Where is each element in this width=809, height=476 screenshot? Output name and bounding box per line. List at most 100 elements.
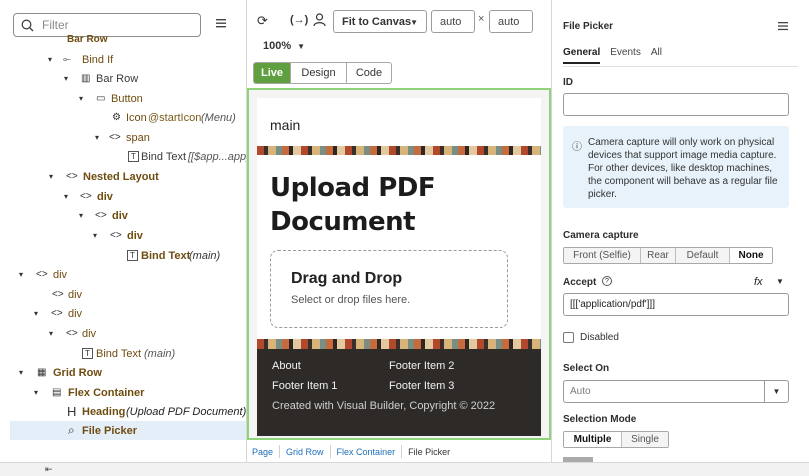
tree-row[interactable]: T Bind Text (main): [0, 344, 246, 363]
selection-mode-buttonset[interactable]: Multiple Single: [563, 431, 669, 448]
tree-row-label: Flex Container: [68, 386, 145, 399]
canvas-width-input[interactable]: auto: [431, 10, 475, 33]
fit-to-canvas-select[interactable]: Fit to Canvas ▼: [333, 10, 427, 33]
tree-row[interactable]: ▾ ▭ Button: [0, 89, 246, 108]
tree-row-label: div: [97, 190, 113, 203]
tree-row-label: Heading: [82, 405, 126, 418]
refresh-icon[interactable]: ⟳: [257, 13, 268, 29]
tree-row[interactable]: ▾ ▤ Flex Container: [0, 383, 246, 402]
tab-all[interactable]: All: [651, 47, 662, 64]
tree-row-label: Bind If: [82, 53, 114, 66]
breadcrumb-item[interactable]: Grid Row: [280, 445, 331, 458]
tree-row[interactable]: ▾ <> div: [0, 206, 246, 225]
info-message-text: Camera capture will only work on physica…: [588, 137, 778, 200]
caret-down-icon[interactable]: ▾: [76, 94, 86, 103]
tree-row[interactable]: ▾ ▦ Grid Row: [0, 363, 246, 382]
tree-row[interactable]: ▾ <> div: [0, 265, 246, 284]
tree-row[interactable]: ⚙ Icon @startIcon (Menu): [0, 108, 246, 127]
chevron-down-icon[interactable]: ▼: [776, 277, 784, 286]
properties-title: File Picker: [563, 21, 614, 32]
tree-row[interactable]: ▾ <> div: [0, 324, 246, 343]
hamburger-menu-icon[interactable]: [214, 16, 228, 30]
caret-down-icon[interactable]: ▾: [31, 388, 41, 397]
footer-link[interactable]: Footer Item 3: [389, 380, 454, 392]
tree-row[interactable]: ▾ ▥ Bar Row: [0, 69, 246, 88]
decorative-banner: [257, 339, 541, 349]
caret-down-icon[interactable]: ▾: [45, 55, 55, 64]
camera-default-button[interactable]: Default: [676, 248, 730, 263]
tab-events[interactable]: Events: [610, 47, 641, 64]
times-symbol: ×: [478, 13, 485, 25]
camera-front-button[interactable]: Front (Selfie): [564, 248, 641, 263]
breadcrumb-item[interactable]: File Picker: [402, 445, 456, 458]
tree-row[interactable]: <> div: [0, 285, 246, 304]
breadcrumb-item[interactable]: Page: [246, 445, 281, 458]
caret-down-icon[interactable]: ▾: [31, 309, 41, 318]
tree-row[interactable]: ▾ <> div: [0, 304, 246, 323]
select-on-select[interactable]: Auto ▼: [563, 380, 789, 403]
camera-none-button[interactable]: None: [730, 248, 772, 263]
live-preview-frame[interactable]: main Upload PDF Document Drag and Drop S…: [247, 88, 551, 440]
accept-input[interactable]: [[['application/pdf']]]: [563, 293, 789, 316]
caret-down-icon[interactable]: ▾: [46, 329, 56, 338]
chevron-down-icon[interactable]: ▼: [764, 381, 788, 402]
caret-down-icon[interactable]: ▾: [46, 172, 56, 181]
caret-down-icon[interactable]: ▾: [16, 368, 26, 377]
bind-text-icon: T: [82, 348, 93, 359]
breadcrumb-item[interactable]: Flex Container: [331, 445, 403, 458]
bind-text-icon: T: [128, 151, 139, 162]
disabled-checkbox[interactable]: [563, 332, 574, 343]
camera-capture-buttonset[interactable]: Front (Selfie) Rear Default None: [563, 247, 773, 264]
tree-row[interactable]: T Bind Text [[$app...app_t: [0, 147, 246, 166]
breadcrumb: Page Grid Row Flex Container File Picker: [246, 443, 552, 460]
tree-row[interactable]: ▾ <> span: [0, 128, 246, 147]
canvas-height-input[interactable]: auto: [489, 10, 533, 33]
footer-link[interactable]: About: [272, 360, 301, 372]
resize-handle-icon[interactable]: ⇤: [45, 464, 53, 475]
element-icon: <>: [66, 171, 78, 182]
expression-editor-icon[interactable]: fx: [754, 276, 763, 288]
footer-link[interactable]: Footer Item 1: [272, 380, 337, 392]
bar-row-icon: ▥: [81, 73, 91, 84]
selection-single-button[interactable]: Single: [622, 432, 668, 447]
hamburger-menu-icon[interactable]: [777, 20, 789, 32]
selection-multiple-button[interactable]: Multiple: [564, 432, 622, 447]
tabs-divider: [563, 66, 798, 67]
mode-code-button[interactable]: Code: [347, 63, 391, 83]
tree-row[interactable]: Bar Row: [0, 32, 246, 51]
heading-icon: H: [67, 404, 77, 419]
help-icon[interactable]: ?: [602, 276, 612, 286]
bind-variable-icon[interactable]: (→): [290, 14, 308, 26]
tree-row-label: Grid Row: [53, 366, 102, 379]
tree-row-extra: (main): [144, 347, 176, 360]
tree-row[interactable]: ▾ <> div: [0, 226, 246, 245]
tree-row[interactable]: ▾ ⟜ Bind If: [0, 50, 246, 69]
caret-down-icon[interactable]: ▾: [61, 74, 71, 83]
caret-down-icon[interactable]: ▾: [61, 192, 71, 201]
caret-down-icon[interactable]: ▾: [76, 211, 86, 220]
file-drop-zone[interactable]: Drag and Drop Select or drop files here.: [270, 250, 508, 328]
mode-design-button[interactable]: Design: [291, 63, 347, 83]
selection-mode-label: Selection Mode: [563, 414, 637, 425]
camera-rear-button[interactable]: Rear: [641, 248, 676, 263]
element-icon: <>: [80, 191, 92, 202]
tab-general[interactable]: General: [563, 47, 601, 64]
footer-link[interactable]: Footer Item 2: [389, 360, 454, 372]
user-icon[interactable]: [313, 13, 326, 27]
id-input[interactable]: [563, 93, 789, 116]
page-footer: About Footer Item 2 Footer Item 1 Footer…: [257, 349, 541, 436]
info-message: ⓘ Camera capture will only work on physi…: [563, 126, 789, 208]
caret-down-icon[interactable]: ▾: [92, 133, 102, 142]
upload-heading: Upload PDF Document: [270, 173, 436, 237]
mode-switcher[interactable]: Live Design Code: [253, 62, 392, 84]
tree-row[interactable]: ▾ <> Nested Layout: [0, 167, 246, 186]
zoom-select[interactable]: 100% ▼: [263, 40, 305, 52]
mode-live-button[interactable]: Live: [254, 63, 291, 83]
camera-capture-label: Camera capture: [563, 230, 639, 241]
tree-row[interactable]: H Heading (Upload PDF Document): [0, 402, 246, 421]
caret-down-icon[interactable]: ▾: [16, 270, 26, 279]
tree-row[interactable]: ▾ <> div: [0, 187, 246, 206]
tree-row-selected[interactable]: ⌕ File Picker: [10, 421, 246, 440]
tree-row[interactable]: T Bind Text (main): [0, 246, 246, 265]
caret-down-icon[interactable]: ▾: [90, 231, 100, 240]
